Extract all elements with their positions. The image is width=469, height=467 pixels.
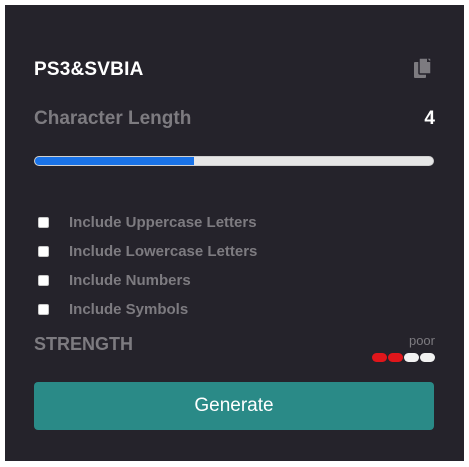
uppercase-checkbox[interactable] — [38, 217, 49, 228]
character-length-value: 4 — [424, 108, 435, 129]
option-label: Include Lowercase Letters — [69, 243, 258, 260]
option-lowercase[interactable]: Include Lowercase Letters — [38, 237, 257, 266]
slider-fill — [35, 157, 195, 165]
numbers-checkbox[interactable] — [38, 275, 49, 286]
options-list: Include Uppercase Letters Include Lowerc… — [38, 208, 257, 324]
copy-icon[interactable] — [413, 57, 435, 81]
lowercase-checkbox[interactable] — [38, 246, 49, 257]
strength-label: STRENGTH — [34, 334, 133, 354]
strength-bar — [404, 353, 419, 362]
generate-button[interactable]: Generate — [34, 382, 434, 430]
option-label: Include Symbols — [69, 301, 189, 318]
generated-password: PS3&SVBIA — [34, 59, 144, 80]
option-uppercase[interactable]: Include Uppercase Letters — [38, 208, 257, 237]
option-numbers[interactable]: Include Numbers — [38, 266, 257, 295]
strength-bar — [372, 353, 387, 362]
strength-meter — [372, 353, 435, 362]
strength-bar — [420, 353, 435, 362]
symbols-checkbox[interactable] — [38, 304, 49, 315]
character-length-slider[interactable] — [34, 156, 434, 166]
option-symbols[interactable]: Include Symbols — [38, 295, 257, 324]
strength-value: poor — [408, 333, 435, 348]
option-label: Include Numbers — [69, 272, 191, 289]
character-length-label: Character Length — [34, 108, 192, 129]
password-display: PS3&SVBIA — [34, 55, 435, 85]
option-label: Include Uppercase Letters — [69, 214, 257, 231]
password-generator-card: PS3&SVBIA Character Length 4 Include Upp… — [5, 5, 464, 461]
strength-bar — [388, 353, 403, 362]
